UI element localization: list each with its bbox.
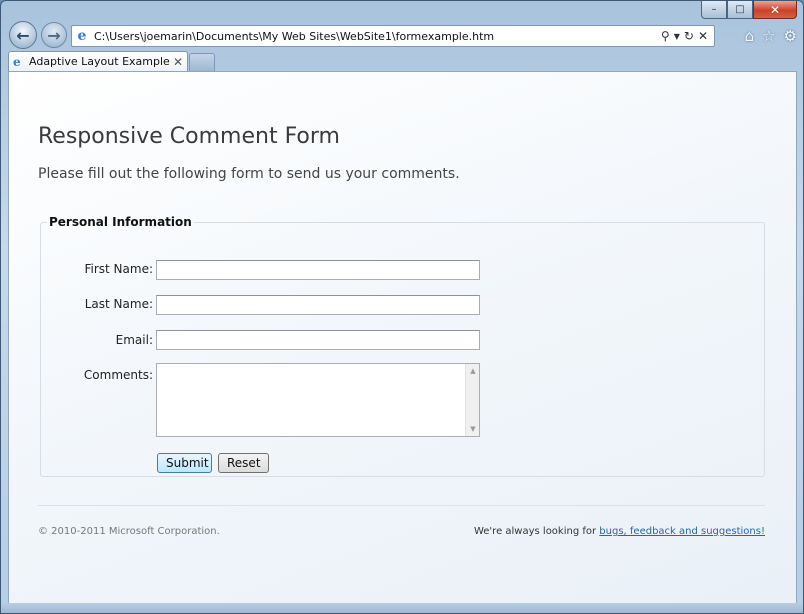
feedback-prefix: We're always looking for — [473, 526, 600, 537]
feedback-link[interactable]: bugs, feedback and suggestions! — [599, 526, 765, 537]
tab-adaptive-layout[interactable]: e Adaptive Layout Example ✕ — [8, 51, 188, 71]
email-label: Email: — [115, 333, 153, 347]
navigation-bar: ← → e C:\Users\joemarin\Documents\My Web… — [1, 21, 803, 51]
first-name-label: First Name: — [84, 262, 153, 276]
first-name-input[interactable] — [156, 260, 480, 280]
close-tab-icon[interactable]: ✕ — [173, 55, 187, 69]
stop-icon[interactable]: ✕ — [698, 29, 708, 43]
new-tab-button[interactable] — [189, 53, 215, 71]
comments-textarea-wrapper: ▲ ▼ — [156, 363, 480, 437]
refresh-icon[interactable]: ↻ — [684, 29, 694, 43]
back-button[interactable]: ← — [9, 21, 37, 49]
scroll-down-icon[interactable]: ▼ — [466, 422, 480, 436]
gear-icon[interactable]: ⚙ — [784, 27, 797, 45]
footer-divider — [38, 505, 765, 506]
scroll-up-icon[interactable]: ▲ — [466, 364, 480, 378]
last-name-label: Last Name: — [84, 297, 153, 311]
dropdown-arrow-icon[interactable]: ▼ — [674, 32, 680, 41]
favorites-star-icon[interactable]: ☆ — [762, 27, 775, 45]
home-icon[interactable]: ⌂ — [745, 27, 755, 45]
page-content: Responsive Comment Form Please fill out … — [8, 71, 797, 605]
browser-window: – □ ✕ ← → e C:\Users\joemarin\Documents\… — [0, 0, 804, 614]
search-icon[interactable]: ⚲ — [661, 29, 670, 43]
address-bar[interactable]: e C:\Users\joemarin\Documents\My Web Sit… — [71, 25, 715, 47]
email-input[interactable] — [156, 330, 480, 350]
forward-button[interactable]: → — [41, 22, 67, 48]
ie-logo-icon: e — [13, 54, 21, 69]
ie-logo-icon: e — [77, 28, 87, 44]
personal-information-fieldset: Personal Information First Name: Last Na… — [40, 215, 765, 477]
page-subtitle: Please fill out the following form to se… — [38, 166, 460, 182]
reset-button[interactable]: Reset — [218, 453, 269, 473]
forward-arrow-icon: → — [47, 25, 61, 45]
status-bar — [1, 603, 803, 613]
feedback-text: We're always looking for bugs, feedback … — [474, 526, 765, 537]
fieldset-legend: Personal Information — [49, 215, 192, 229]
tab-bar: e Adaptive Layout Example ✕ — [1, 51, 803, 71]
comments-textarea[interactable] — [157, 364, 465, 436]
tab-title: Adaptive Layout Example — [29, 55, 170, 68]
maximize-button[interactable]: □ — [727, 1, 753, 19]
address-text[interactable]: C:\Users\joemarin\Documents\My Web Sites… — [92, 30, 661, 43]
comments-scrollbar[interactable]: ▲ ▼ — [465, 364, 479, 436]
caption-buttons: – □ ✕ — [701, 1, 797, 19]
submit-button[interactable]: Submit — [157, 453, 212, 473]
comments-label: Comments: — [83, 368, 153, 382]
page-title: Responsive Comment Form — [38, 124, 340, 149]
close-window-button[interactable]: ✕ — [753, 1, 797, 19]
last-name-input[interactable] — [156, 295, 480, 315]
copyright-text: © 2010-2011 Microsoft Corporation. — [38, 526, 220, 537]
minimize-button[interactable]: – — [701, 1, 727, 19]
back-arrow-icon: ← — [16, 25, 30, 45]
